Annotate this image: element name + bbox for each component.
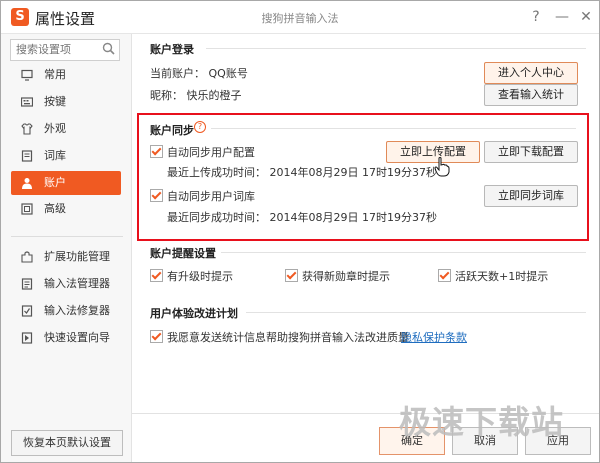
sync-config-checkbox[interactable] bbox=[150, 145, 163, 158]
monitor-icon bbox=[21, 69, 33, 81]
sidebar-item-ime-repair[interactable]: 输入法修复器 bbox=[11, 299, 121, 323]
sidebar-item-label: 扩展功能管理 bbox=[44, 250, 110, 263]
help-question-icon[interactable]: ? bbox=[194, 121, 206, 133]
upgrade-reminder-label: 有升级时提示 bbox=[167, 270, 233, 283]
sidebar-item-appearance[interactable]: 外观 bbox=[11, 117, 121, 141]
wizard-icon bbox=[21, 332, 33, 344]
send-stats-label: 我愿意发送统计信息帮助搜狗拼音输入法改进质量 bbox=[167, 331, 409, 344]
settings-window: S 属性设置 搜狗拼音输入法 ? — ✕ 常用 按键 外观 词库 bbox=[0, 0, 600, 463]
window-caption: 搜狗拼音输入法 bbox=[261, 12, 339, 25]
personal-center-button[interactable]: 进入个人中心 bbox=[484, 62, 578, 84]
sidebar-item-label: 输入法管理器 bbox=[44, 277, 110, 290]
sidebar-item-label: 高级 bbox=[44, 202, 66, 215]
sidebar-item-label: 外观 bbox=[44, 122, 66, 135]
nickname-text: 昵称： 快乐的橙子 bbox=[150, 89, 242, 102]
dictionary-last-sync-text: 最近同步成功时间： 2014年08月29日 17时19分37秒 bbox=[167, 211, 437, 224]
view-input-stats-button[interactable]: 查看输入统计 bbox=[484, 84, 578, 106]
sidebar-item-label: 常用 bbox=[44, 68, 66, 81]
title-bar: S 属性设置 搜狗拼音输入法 ? — ✕ bbox=[1, 1, 599, 34]
section-divider bbox=[211, 128, 576, 129]
sync-config-label: 自动同步用户配置 bbox=[167, 146, 255, 159]
sync-dictionary-checkbox[interactable] bbox=[150, 189, 163, 202]
keyboard-icon bbox=[21, 97, 33, 107]
sidebar-item-quick-wizard[interactable]: 快速设置向导 bbox=[11, 326, 121, 350]
sidebar-item-label: 输入法修复器 bbox=[44, 304, 110, 317]
sidebar-item-label: 快速设置向导 bbox=[44, 331, 110, 344]
manager-icon bbox=[21, 278, 33, 290]
download-config-now-button[interactable]: 立即下载配置 bbox=[484, 141, 578, 163]
repair-icon bbox=[21, 305, 33, 317]
advanced-icon bbox=[21, 203, 33, 215]
close-button[interactable]: ✕ bbox=[576, 7, 596, 27]
current-account-text: 当前账户： QQ账号 bbox=[150, 67, 248, 80]
section-title-account-login: 账户登录 bbox=[150, 43, 194, 56]
sidebar-item-account[interactable]: 账户 bbox=[11, 171, 121, 195]
sync-dictionary-now-button[interactable]: 立即同步词库 bbox=[484, 185, 578, 207]
upload-config-now-button[interactable]: 立即上传配置 bbox=[386, 141, 480, 163]
section-title-ux-plan: 用户体验改进计划 bbox=[150, 307, 238, 320]
sync-dictionary-label: 自动同步用户词库 bbox=[167, 190, 255, 203]
active-days-reminder-checkbox[interactable] bbox=[438, 269, 451, 282]
sidebar-item-label: 按键 bbox=[44, 95, 66, 108]
upgrade-reminder-checkbox[interactable] bbox=[150, 269, 163, 282]
badge-reminder-checkbox[interactable] bbox=[285, 269, 298, 282]
sidebar-item-keys[interactable]: 按键 bbox=[11, 90, 121, 114]
section-divider bbox=[206, 48, 586, 49]
sidebar-item-label: 词库 bbox=[44, 149, 66, 162]
section-title-account-sync: 账户同步 bbox=[150, 124, 194, 137]
help-button[interactable]: ? bbox=[526, 7, 546, 27]
send-stats-checkbox[interactable] bbox=[150, 330, 163, 343]
config-last-upload-text: 最近上传成功时间： 2014年08月29日 17时19分37秒 bbox=[167, 166, 437, 179]
search-input[interactable] bbox=[11, 40, 100, 58]
badge-reminder-label: 获得新勋章时提示 bbox=[302, 270, 390, 283]
section-title-account-reminder: 账户提醒设置 bbox=[150, 247, 216, 260]
user-icon bbox=[22, 178, 32, 189]
minimize-button[interactable]: — bbox=[552, 7, 572, 27]
active-days-reminder-label: 活跃天数+1时提示 bbox=[455, 270, 549, 283]
search-box bbox=[10, 39, 120, 61]
extension-icon bbox=[21, 251, 33, 263]
sidebar-item-extensions[interactable]: 扩展功能管理 bbox=[11, 245, 121, 269]
search-icon[interactable] bbox=[102, 42, 115, 55]
sidebar-item-advanced[interactable]: 高级 bbox=[11, 197, 121, 221]
sidebar: 常用 按键 外观 词库 账户 高级 扩展功能管理 输入法管理器 bbox=[1, 34, 132, 462]
section-divider bbox=[246, 312, 586, 313]
section-divider bbox=[221, 252, 586, 253]
sidebar-item-common[interactable]: 常用 bbox=[11, 63, 121, 87]
shirt-icon bbox=[21, 123, 33, 135]
watermark-text: 极速下载站 bbox=[399, 403, 565, 441]
sidebar-item-ime-manager[interactable]: 输入法管理器 bbox=[11, 272, 121, 296]
hand-cursor-icon bbox=[434, 157, 450, 177]
sidebar-item-label: 账户 bbox=[44, 176, 66, 189]
restore-defaults-button[interactable]: 恢复本页默认设置 bbox=[11, 430, 123, 456]
sidebar-divider bbox=[11, 236, 123, 237]
privacy-policy-link[interactable]: 隐私保护条款 bbox=[401, 329, 467, 345]
book-icon bbox=[21, 150, 33, 162]
sidebar-item-dictionary[interactable]: 词库 bbox=[11, 144, 121, 168]
